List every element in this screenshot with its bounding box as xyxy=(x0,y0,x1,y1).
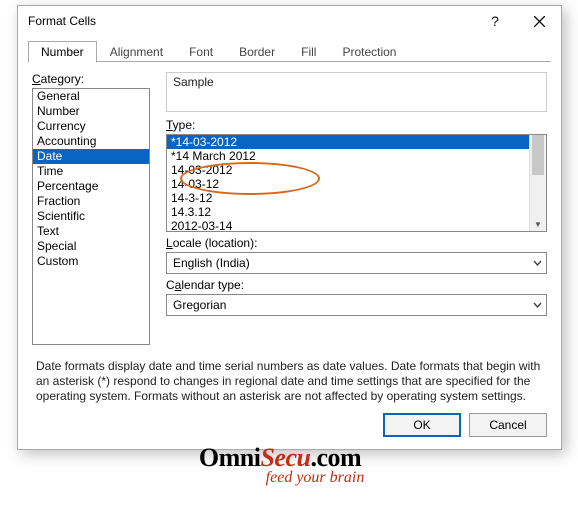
tab-protection[interactable]: Protection xyxy=(329,41,409,62)
category-item[interactable]: Special xyxy=(33,239,149,254)
category-item[interactable]: Text xyxy=(33,224,149,239)
locale-label: Locale (location): xyxy=(166,236,547,250)
tab-number[interactable]: Number xyxy=(28,41,97,63)
category-item[interactable]: Time xyxy=(33,164,149,179)
tab-font[interactable]: Font xyxy=(176,41,226,62)
sample-box: Sample xyxy=(166,72,547,112)
format-cells-dialog: Format Cells ? NumberAlignmentFontBorder… xyxy=(17,5,562,450)
type-item[interactable]: *14 March 2012 xyxy=(167,149,529,163)
calendar-value: Gregorian xyxy=(167,298,528,312)
help-button[interactable]: ? xyxy=(473,7,517,35)
chevron-down-icon xyxy=(528,295,546,315)
category-listbox[interactable]: GeneralNumberCurrencyAccountingDateTimeP… xyxy=(32,88,150,345)
type-label: Type: xyxy=(166,118,547,132)
dialog-title: Format Cells xyxy=(28,14,473,28)
tab-border[interactable]: Border xyxy=(226,41,288,62)
calendar-label: Calendar type: xyxy=(166,278,547,292)
tab-strip: NumberAlignmentFontBorderFillProtection xyxy=(28,41,551,62)
type-item[interactable]: 2012-03-14 xyxy=(167,219,529,233)
category-item[interactable]: Custom xyxy=(33,254,149,269)
ok-button[interactable]: OK xyxy=(383,413,461,437)
close-button[interactable] xyxy=(517,7,561,35)
type-item[interactable]: 14-03-2012 xyxy=(167,163,529,177)
chevron-down-icon xyxy=(528,253,546,273)
category-item[interactable]: General xyxy=(33,89,149,104)
type-item[interactable]: *14-03-2012 xyxy=(167,135,529,149)
category-item[interactable]: Currency xyxy=(33,119,149,134)
sample-label: Sample xyxy=(173,75,540,89)
locale-combobox[interactable]: English (India) xyxy=(166,252,547,274)
tab-panel-number: Category: GeneralNumberCurrencyAccountin… xyxy=(18,62,561,404)
scroll-thumb[interactable] xyxy=(532,135,544,175)
category-label: Category: xyxy=(32,72,152,86)
type-item[interactable]: 14.3.12 xyxy=(167,205,529,219)
category-item[interactable]: Number xyxy=(33,104,149,119)
category-item[interactable]: Scientific xyxy=(33,209,149,224)
tab-fill[interactable]: Fill xyxy=(288,41,329,62)
type-listbox[interactable]: *14-03-2012*14 March 201214-03-201214-03… xyxy=(166,134,547,232)
description-text: Date formats display date and time seria… xyxy=(36,359,543,404)
scrollbar[interactable]: ▲ ▼ xyxy=(529,135,546,231)
category-item[interactable]: Percentage xyxy=(33,179,149,194)
category-item[interactable]: Fraction xyxy=(33,194,149,209)
category-item[interactable]: Accounting xyxy=(33,134,149,149)
scroll-down-icon[interactable]: ▼ xyxy=(530,217,546,231)
tab-alignment[interactable]: Alignment xyxy=(97,41,176,62)
type-item[interactable]: 14-3-12 xyxy=(167,191,529,205)
close-icon xyxy=(534,16,545,27)
type-item[interactable]: 14-03-12 xyxy=(167,177,529,191)
locale-value: English (India) xyxy=(167,256,528,270)
cancel-button[interactable]: Cancel xyxy=(469,413,547,437)
calendar-combobox[interactable]: Gregorian xyxy=(166,294,547,316)
titlebar: Format Cells ? xyxy=(18,6,561,36)
category-item[interactable]: Date xyxy=(33,149,149,164)
